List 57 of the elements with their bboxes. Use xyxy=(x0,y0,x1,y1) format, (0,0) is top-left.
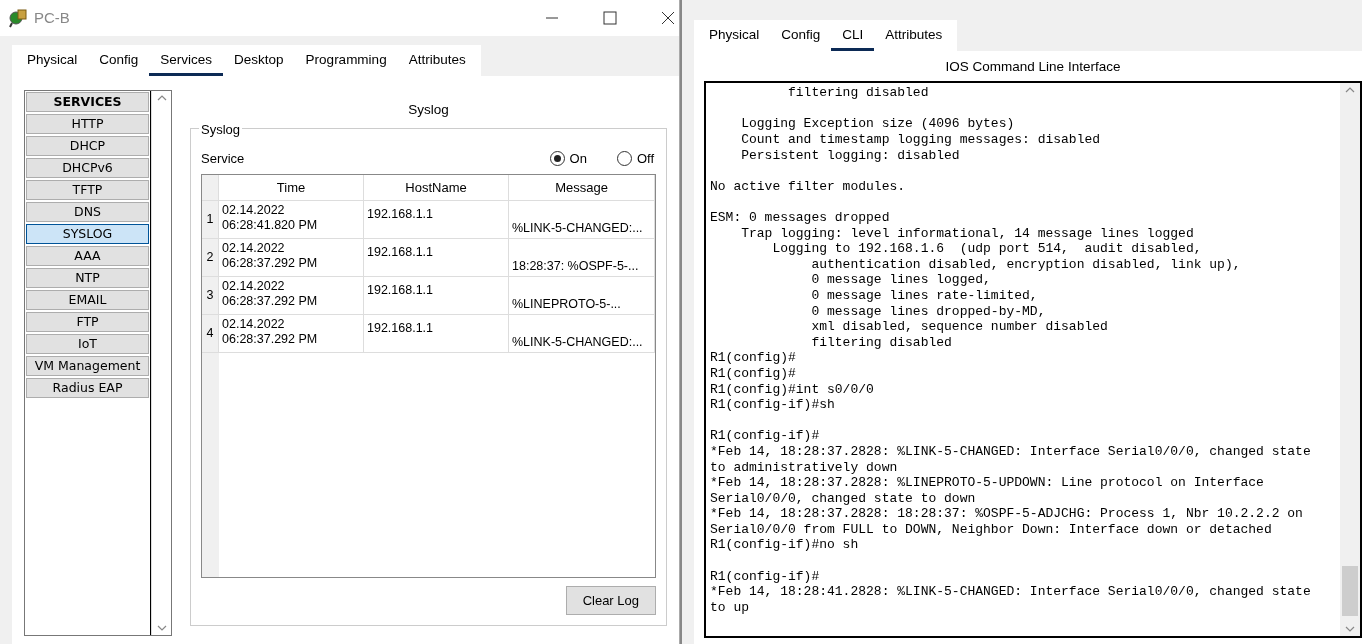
table-cell: 02.14.2022 06:28:37.292 PM xyxy=(219,276,364,314)
scroll-thumb[interactable] xyxy=(1342,566,1358,616)
tab[interactable]: Config xyxy=(88,45,150,76)
table-cell: %LINK-5-CHANGED:... xyxy=(509,314,655,352)
table-cell: 02.14.2022 06:28:37.292 PM xyxy=(219,238,364,276)
row-number: 3 xyxy=(202,276,219,314)
sidebar-item[interactable]: IoT xyxy=(26,334,149,354)
table-cell: 02.14.2022 06:28:41.820 PM xyxy=(219,200,364,238)
sidebar-item[interactable]: EMAIL xyxy=(26,290,149,310)
sidebar-item[interactable]: DHCPv6 xyxy=(26,158,149,178)
row-number: 4 xyxy=(202,314,219,352)
scroll-down-icon[interactable] xyxy=(156,625,167,631)
table-cell: 02.14.2022 06:28:37.292 PM xyxy=(219,314,364,352)
tab[interactable]: Physical xyxy=(16,45,89,76)
scroll-down-icon[interactable] xyxy=(1345,626,1355,632)
close-icon[interactable] xyxy=(661,11,675,25)
table-cell: 192.168.1.1 xyxy=(364,314,509,352)
sidebar-item[interactable]: AAA xyxy=(26,246,149,266)
tab[interactable]: Attributes xyxy=(397,45,477,76)
tab[interactable]: Desktop xyxy=(223,45,295,76)
scroll-up-icon[interactable] xyxy=(1345,87,1355,94)
table-cell: 192.168.1.1 xyxy=(364,276,509,314)
maximize-icon[interactable] xyxy=(603,11,617,25)
radio-option[interactable]: Off xyxy=(616,148,654,168)
sidebar-item[interactable]: HTTP xyxy=(26,114,149,134)
panel-title: Syslog xyxy=(407,101,450,119)
sidebar-header: SERVICES xyxy=(26,92,149,112)
clear-log-button[interactable]: Clear Log xyxy=(565,585,656,615)
terminal-output: filtering disabled Logging Exception size (4096 bytes) Count and timestamp logging messages: disabled Persistent logging: disabled No active filter modules. ESM: 0 messages dropped Trap logging: level informational, 14 message lines logged Logging to 192.168.1.6 (udp port 514, audit disabled, authentication disabled, encryption disabled, link up), 0 message lines logged, 0 message lines rate-limited, 0 message lines dropped-by-MD, xml disabled, sequence number disabled filtering disabled R1(config)# R1(config)# R1(config)#int s0/0/0 R1(config-if)#sh R1(config-if)# *Feb 14, 18:28:37.2828: %LINK-5-CHANGED: Interface Serial0/0/0, changed state to administratively down *Feb 14, 18:28:37.2828: %LINEPROTO-5-UPDOWN: Line protocol on Interface Serial0/0/0, changed state to down *Feb 14, 18:28:37.2828: 18:28:37: %OSPF-5-ADJCHG: Process 1, Nbr 10.2.2.2 on Serial0/0/0 from FULL to DOWN, Neighbor Down: Interface down or detached R1(config-if)#no sh R1(config-if)# *Feb 14, 18:28:41.2828: %LINK-5-CHANGED: Interface Serial0/0/0, changed state to up xyxy=(709,84,1312,617)
sidebar-item[interactable]: Radius EAP xyxy=(26,378,149,398)
tab[interactable]: Config xyxy=(770,20,832,51)
sidebar-item[interactable]: DNS xyxy=(26,202,149,222)
table-cell: %LINK-5-CHANGED:... xyxy=(509,200,655,238)
column-header: Message xyxy=(509,175,655,200)
row-number: 2 xyxy=(202,238,219,276)
sidebar-item[interactable]: VM Management xyxy=(26,356,149,376)
sidebar-item[interactable]: SYSLOG xyxy=(26,224,149,244)
table-cell: 192.168.1.1 xyxy=(364,200,509,238)
tab[interactable]: Physical xyxy=(698,20,771,51)
tab[interactable]: Attributes xyxy=(874,20,954,51)
column-header: Time xyxy=(219,175,364,200)
sidebar-item[interactable]: DHCP xyxy=(26,136,149,156)
service-label: Service xyxy=(201,149,245,168)
radio-option[interactable]: On xyxy=(549,148,587,168)
row-number: 1 xyxy=(202,200,219,238)
table-cell: 18:28:37: %OSPF-5-... xyxy=(509,238,655,276)
tab[interactable]: Programming xyxy=(294,45,398,76)
sidebar-item[interactable]: FTP xyxy=(26,312,149,332)
app-icon xyxy=(8,8,28,28)
column-header: HostName xyxy=(364,175,509,200)
table-cell: %LINEPROTO-5-... xyxy=(509,276,655,314)
table-cell: 192.168.1.1 xyxy=(364,238,509,276)
scroll-up-icon[interactable] xyxy=(156,95,167,101)
sidebar-item[interactable]: TFTP xyxy=(26,180,149,200)
window-title: PC-B xyxy=(34,7,70,28)
sidebar-item[interactable]: NTP xyxy=(26,268,149,288)
cli-title: IOS Command Line Interface xyxy=(944,58,1122,76)
